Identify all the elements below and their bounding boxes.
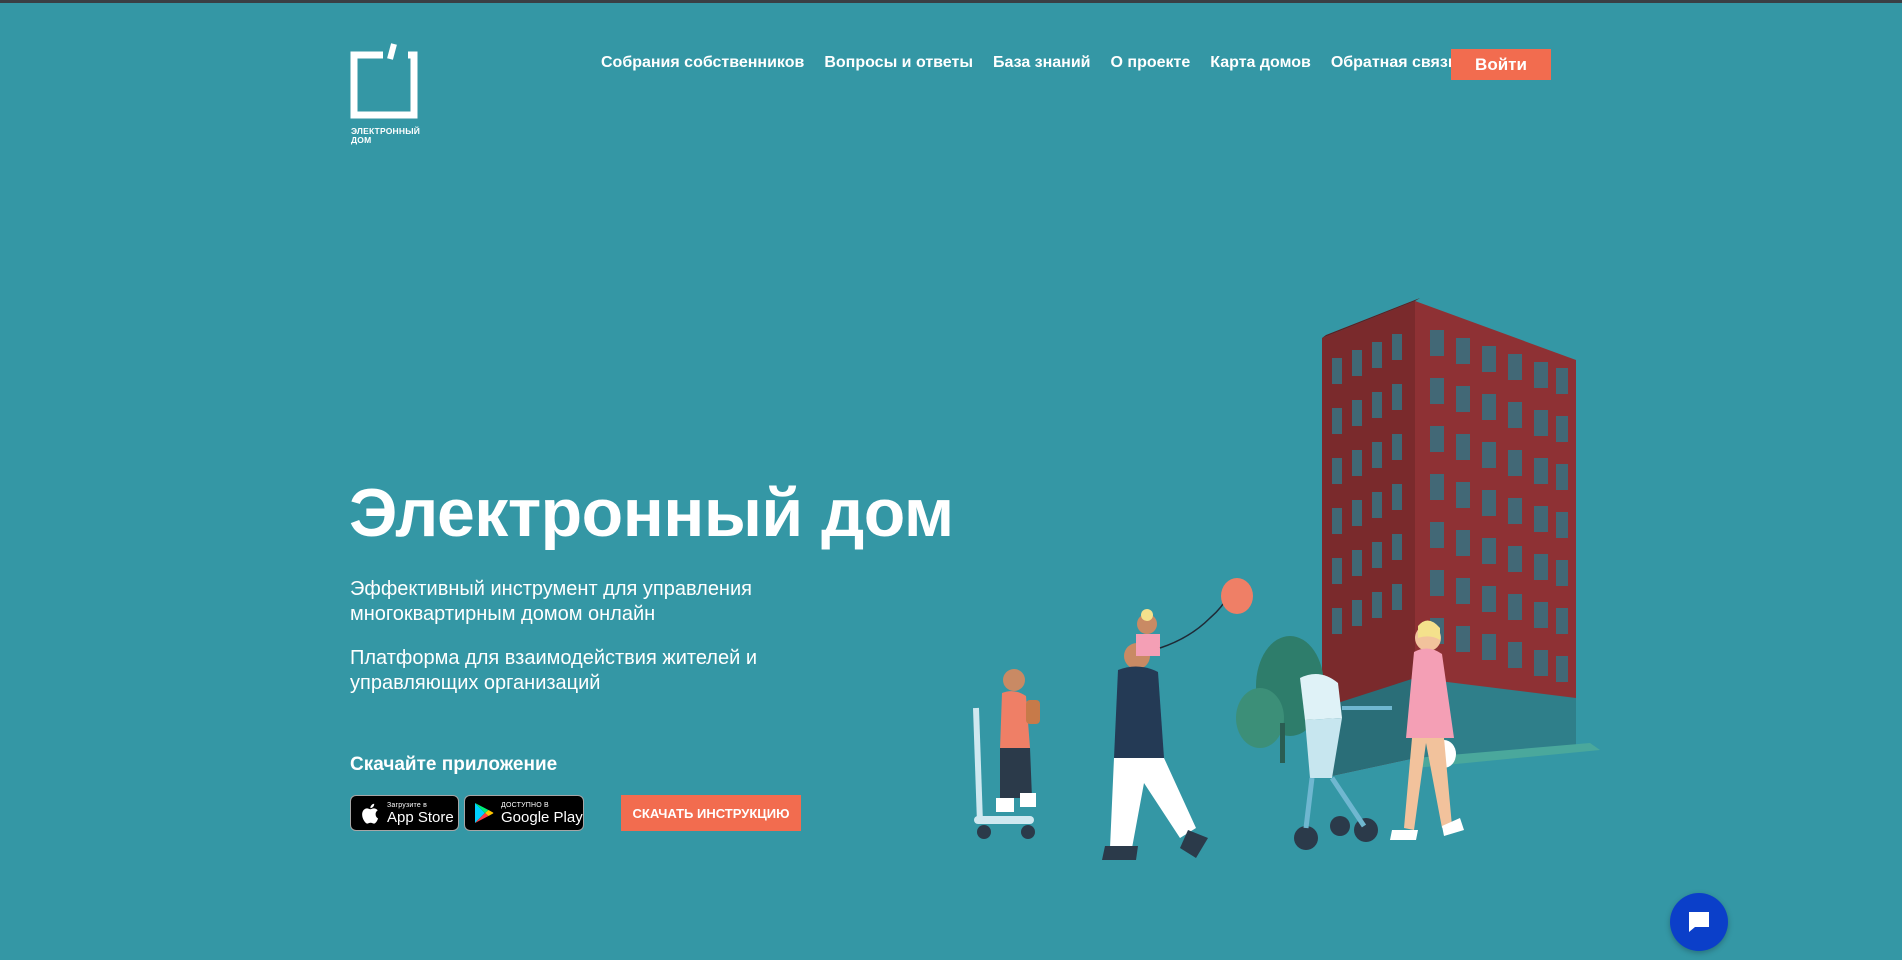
chat-button[interactable] <box>1670 893 1728 951</box>
google-play-big-text: Google Play <box>501 808 583 826</box>
logo-text: ЭЛЕКТРОННЫЙ ДОМ <box>351 126 421 145</box>
download-instruction-button[interactable]: СКАЧАТЬ ИНСТРУКЦИЮ <box>621 795 801 831</box>
nav-item-houses-map[interactable]: Карта домов <box>1210 54 1311 72</box>
nav-item-feedback[interactable]: Обратная связь <box>1331 54 1458 72</box>
child-on-scooter-image <box>973 669 1040 839</box>
google-play-button[interactable]: ДОСТУПНО В Google Play <box>464 795 584 831</box>
page-title: Электронный дом <box>349 475 954 551</box>
download-app-label: Скачайте приложение <box>350 754 558 775</box>
nav-item-faq[interactable]: Вопросы и ответы <box>824 54 973 72</box>
apple-icon <box>359 802 381 824</box>
hero-illustration <box>973 298 1600 860</box>
chat-bubble-icon <box>1689 912 1709 932</box>
hero-description-1: Эффективный инструмент для управления мн… <box>350 578 752 625</box>
login-button[interactable]: Войти <box>1451 49 1551 80</box>
father-with-child-image <box>1102 578 1253 860</box>
nav-item-knowledge-base[interactable]: База знаний <box>993 54 1091 72</box>
hero-description-2: Платформа для взаимодействия жителей и у… <box>350 647 757 694</box>
main-nav: Собрания собственников Вопросы и ответы … <box>601 54 1478 72</box>
house-logo-icon <box>350 43 418 119</box>
google-play-icon <box>473 802 495 824</box>
app-store-big-text: App Store <box>387 808 454 826</box>
app-store-small-text: Загрузите в <box>387 801 427 809</box>
nav-item-about[interactable]: О проекте <box>1111 54 1191 72</box>
app-store-button[interactable]: Загрузите в App Store <box>350 795 459 831</box>
google-play-small-text: ДОСТУПНО В <box>501 801 549 809</box>
nav-item-owners-meetings[interactable]: Собрания собственников <box>601 54 804 72</box>
